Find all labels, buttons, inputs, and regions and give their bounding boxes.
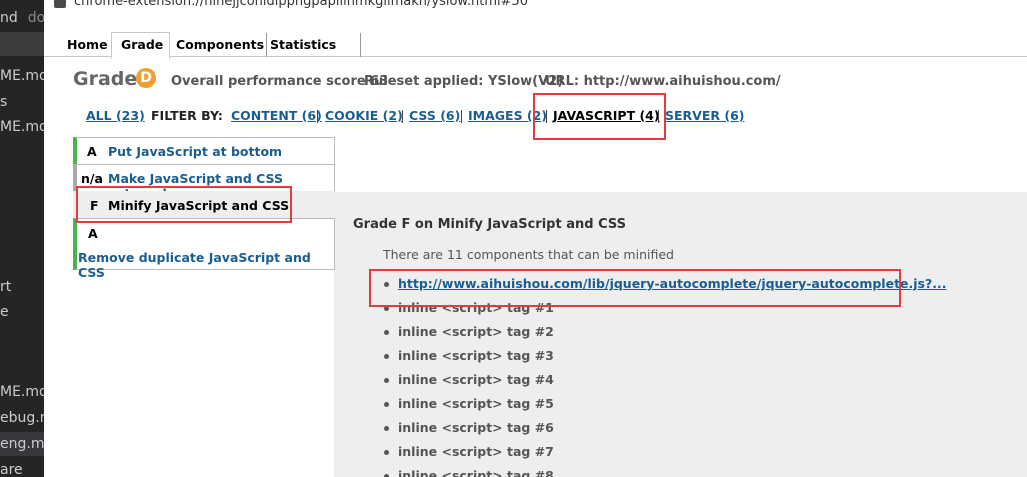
bullet-icon [384,354,389,359]
sidebar-highlight-band [0,32,44,56]
component-text: inline <script> tag #2 [398,324,554,339]
sidebar-item-label: are [0,462,23,477]
filter-separator [402,110,403,123]
sidebar-item[interactable]: ME.md [0,380,44,404]
ruleset-applied: Ruleset applied: YSlow(V2) [364,74,564,89]
sidebar-item[interactable]: ME.md [0,64,44,88]
bullet-icon [384,330,389,335]
rule-detail-description: There are 11 components that can be mini… [383,247,674,262]
page-url-info: URL: http://www.aihuishou.com/ [545,74,781,89]
rule-grade: A [87,144,97,159]
filter-content[interactable]: CONTENT (6) [231,108,322,123]
grade-letter-badge: D [136,68,156,88]
component-text: inline <script> tag #7 [398,444,554,459]
filter-separator [461,110,462,123]
bullet-icon [384,450,389,455]
sidebar-item[interactable]: eng.mc [0,432,44,456]
component-text: inline <script> tag #4 [398,372,554,387]
bullet-icon [384,402,389,407]
sidebar-item[interactable]: rt [0,275,11,299]
rule-detail-title: Grade F on Minify JavaScript and CSS [353,217,626,232]
sidebar-item[interactable]: ME.md [0,115,44,139]
rule-grade: n/a [81,171,103,186]
sidebar-item-label: rt [0,279,12,295]
sidebar-item[interactable]: e [0,300,9,324]
filter-by-label: FILTER BY: [151,108,223,123]
rule-detail-panel: Grade F on Minify JavaScript and CSS The… [334,192,1027,477]
sidebar-item-label: ME.md [0,384,44,400]
performance-score: Overall performance score 63 [171,74,389,89]
bullet-icon [384,378,389,383]
title-bar: chrome-extension://ninejjcohidippngpapii… [44,0,1027,13]
sidebar-item[interactable]: are [0,458,23,477]
bullet-icon [384,426,389,431]
sidebar-item-label: nd [0,10,18,26]
yslow-page: chrome-extension://ninejjcohidippngpapii… [44,0,1027,477]
filter-server[interactable]: SERVER (6) [665,108,744,123]
component-text: inline <script> tag #6 [398,420,554,435]
tab-home[interactable]: Home [58,33,112,57]
tab-grade[interactable]: Grade [111,32,170,59]
rule-title: Remove duplicate JavaScript and CSS [78,250,311,280]
filter-cookie[interactable]: COOKIE (2) [325,108,403,123]
rule-item[interactable]: A Put JavaScript at bottom [73,137,335,165]
component-text: inline <script> tag #8 [398,468,554,477]
sidebar-item[interactable]: nddoc [0,6,44,30]
sidebar-item[interactable]: s [0,90,7,114]
sidebar-item-label: ME.md [0,119,44,135]
tab-statistics[interactable]: Statistics [268,33,361,57]
sidebar-item-extra: doc [27,10,44,26]
annotation-highlight-box [369,269,901,307]
rule-grade: A [88,226,98,241]
rule-item[interactable]: A Remove duplicate JavaScript and CSS [73,218,335,280]
component-text: inline <script> tag #5 [398,396,554,411]
filter-all[interactable]: ALL (23) [86,108,145,123]
annotation-highlight-box [533,93,666,140]
sidebar-item-label: s [0,94,8,110]
editor-sidebar: nddoc ME.md s ME.md rt e ME.md ebug.m en… [0,0,44,477]
tab-components[interactable]: Components [169,33,267,57]
annotation-highlight-box [76,186,292,223]
sidebar-item-label: eng.mc [0,436,44,452]
component-text: inline <script> tag #3 [398,348,554,363]
page-url: chrome-extension://ninejjcohidippngpapii… [74,0,529,9]
sidebar-item-label: e [0,304,9,320]
sidebar-item-label: ebug.m [0,410,44,426]
extension-icon [54,0,66,8]
rule-title: Put JavaScript at bottom [108,144,283,159]
sidebar-item[interactable]: ebug.m [0,406,44,430]
filter-css[interactable]: CSS (6) [409,108,460,123]
grade-heading: Grade [73,68,138,90]
sidebar-item-label: ME.md [0,68,44,84]
filter-separator [317,110,318,123]
